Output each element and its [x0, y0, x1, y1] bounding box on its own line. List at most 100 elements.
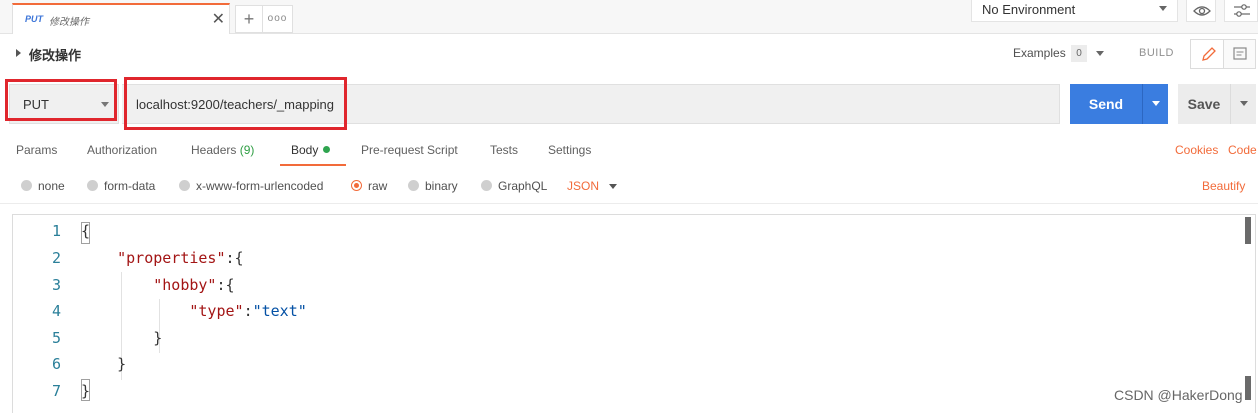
radio-icon [87, 180, 98, 191]
body-type-row: none form-data x-www-form-urlencoded raw… [0, 170, 1258, 204]
body-type-none[interactable]: none [21, 179, 65, 193]
code-line: 1 { [13, 218, 1243, 244]
chevron-down-icon[interactable] [1096, 51, 1104, 56]
code-line: 3 "hobby":{ [13, 272, 1243, 298]
code-punct: : [243, 302, 253, 320]
json-string: "text" [252, 302, 307, 320]
body-type-form-data[interactable]: form-data [87, 179, 155, 193]
tab-body-label: Body [291, 143, 319, 157]
tab-tests[interactable]: Tests [490, 143, 518, 157]
code-line: 7 } [13, 378, 1243, 404]
line-number: 5 [51, 329, 61, 347]
code-editor[interactable]: 1 { 2 "properties":{ 3 "hobby":{ 4 "type… [12, 214, 1256, 413]
body-active-dot-icon [323, 146, 331, 153]
json-key: "hobby" [153, 276, 217, 294]
body-type-label: GraphQL [498, 179, 548, 193]
code-line: 2 "properties":{ [13, 245, 1243, 271]
http-method-value: PUT [23, 97, 49, 112]
send-options-button[interactable] [1142, 84, 1168, 124]
manage-environments-button[interactable] [1224, 0, 1258, 22]
chevron-down-icon [101, 102, 109, 107]
environment-select[interactable]: No Environment [971, 0, 1178, 22]
environment-label: No Environment [982, 2, 1076, 17]
code-text: { [81, 222, 91, 240]
comment-icon [1233, 47, 1247, 60]
radio-selected-icon [351, 180, 362, 191]
body-type-label: form-data [104, 179, 156, 193]
line-number: 7 [51, 382, 61, 400]
code-text: } [81, 382, 91, 400]
save-button[interactable]: Save [1178, 84, 1230, 124]
request-title[interactable]: 修改操作 [29, 45, 81, 64]
tab-headers-label: Headers [191, 143, 237, 157]
watermark: CSDN @HakerDong [1114, 387, 1243, 403]
tab-body[interactable]: Body [291, 143, 331, 157]
body-type-label: x-www-form-urlencoded [196, 179, 324, 193]
examples-count-badge: 0 [1071, 45, 1087, 62]
code-link[interactable]: Code [1228, 143, 1257, 157]
json-key: "properties" [117, 249, 226, 267]
tab-authorization[interactable]: Authorization [87, 143, 157, 157]
body-type-raw[interactable]: raw [351, 179, 387, 193]
tab-headers-count: (9) [239, 143, 255, 157]
line-number: 6 [51, 355, 61, 373]
request-title-row: 修改操作 Examples 0 BUILD [0, 34, 1258, 74]
tab-params[interactable]: Params [16, 143, 57, 157]
request-tab[interactable]: PUT 修改操作 ✕ [12, 3, 230, 34]
cookies-link[interactable]: Cookies [1175, 143, 1218, 157]
code-text: "properties":{ [81, 245, 244, 271]
chevron-down-icon [1159, 6, 1167, 11]
tab-settings[interactable]: Settings [548, 143, 591, 157]
http-method-select[interactable]: PUT [9, 84, 119, 124]
code-text: } [81, 329, 163, 347]
body-type-graphql[interactable]: GraphQL [481, 179, 547, 193]
code-text: } [81, 355, 127, 373]
code-text: "type":"text" [81, 298, 307, 324]
editor-scrollbar-top[interactable] [1245, 217, 1251, 244]
close-tab-icon[interactable]: ✕ [212, 9, 225, 29]
body-type-binary[interactable]: binary [408, 179, 458, 193]
body-type-label: none [38, 179, 65, 193]
request-tabs: Params Authorization Headers (9) Body Pr… [0, 136, 1258, 168]
tab-headers[interactable]: Headers (9) [191, 143, 254, 157]
chevron-down-icon[interactable] [609, 184, 617, 189]
body-type-urlencoded[interactable]: x-www-form-urlencoded [179, 179, 323, 193]
pencil-icon [1202, 47, 1216, 61]
beautify-link[interactable]: Beautify [1202, 179, 1245, 193]
build-label[interactable]: BUILD [1139, 47, 1174, 59]
top-tab-bar: PUT 修改操作 ✕ + ooo No Environment [0, 0, 1258, 34]
request-tab-method: PUT [25, 14, 43, 24]
ellipsis-icon: ooo [267, 13, 288, 24]
body-type-label: binary [425, 179, 458, 193]
radio-icon [408, 180, 419, 191]
editor-scrollbar-bottom[interactable] [1245, 376, 1251, 400]
caret-right-icon[interactable] [16, 49, 21, 57]
code-line: 4 "type":"text" [13, 298, 1243, 324]
line-number: 3 [51, 276, 61, 294]
more-tabs-button[interactable]: ooo [263, 5, 293, 33]
url-input[interactable] [122, 84, 1060, 124]
body-language-select[interactable]: JSON [567, 179, 599, 193]
examples-label[interactable]: Examples [1013, 46, 1066, 60]
code-punct: :{ [225, 249, 244, 267]
request-tab-name: 修改操作 [49, 17, 89, 28]
body-type-label: raw [368, 179, 388, 193]
new-tab-button[interactable]: + [235, 5, 263, 33]
radio-icon [481, 180, 492, 191]
environment-quick-look-button[interactable] [1186, 0, 1216, 22]
code-punct: :{ [216, 276, 235, 294]
eye-icon [1193, 6, 1211, 16]
code-line: 6 } [13, 351, 1243, 377]
comments-button[interactable] [1224, 39, 1256, 69]
send-button[interactable]: Send [1070, 84, 1142, 124]
line-number: 4 [51, 302, 61, 320]
line-number: 2 [51, 249, 61, 267]
save-options-button[interactable] [1230, 84, 1256, 124]
edit-button[interactable] [1190, 39, 1224, 69]
tab-pre-request-script[interactable]: Pre-request Script [361, 143, 458, 157]
sliders-icon [1234, 4, 1250, 17]
line-number: 1 [51, 222, 61, 240]
